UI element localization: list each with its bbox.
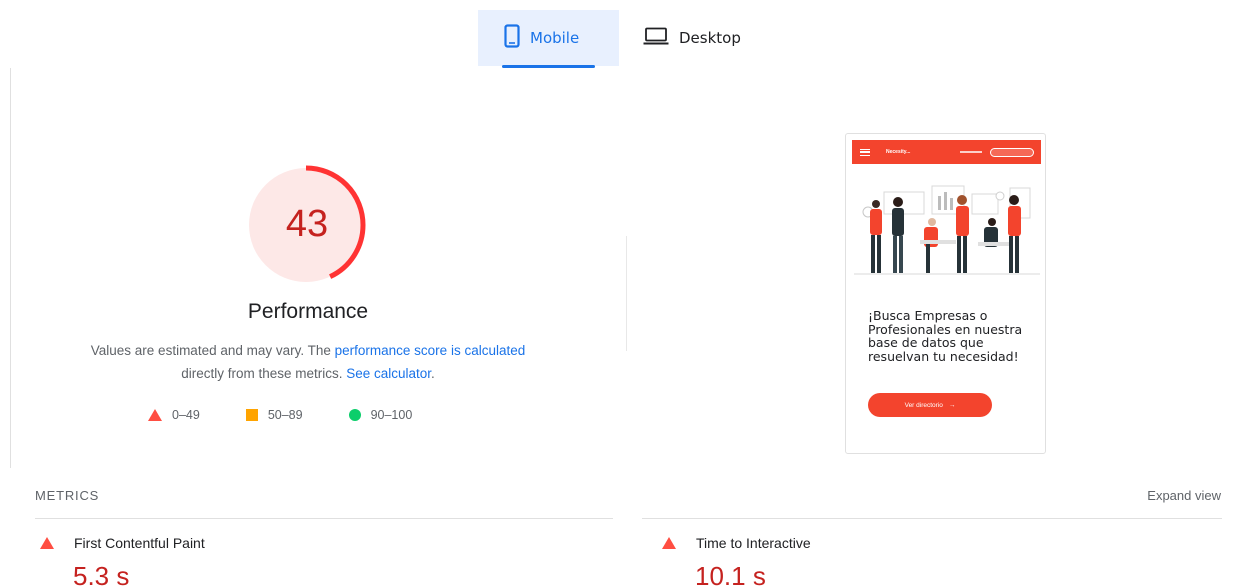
metric-name: Time to Interactive [696,535,811,551]
see-calculator-link[interactable]: See calculator [346,366,431,381]
metric-first-contentful-paint: First Contentful Paint 5.3 s [40,535,205,588]
team-illustration [854,185,1040,275]
tab-mobile-label: Mobile [530,29,580,47]
page-screenshot-thumbnail: Necesity... ¡Busca Empresas o Profesiona… [845,133,1046,454]
description-middle: directly from these metrics. [181,366,347,381]
description-prefix: Values are estimated and may vary. The [90,343,335,358]
thumb-headline: ¡Busca Empresas o Profesionales en nuest… [868,308,1023,364]
mobile-phone-icon [504,24,520,52]
hamburger-menu-icon [860,148,870,156]
performance-title: Performance [247,300,369,323]
metric-time-to-interactive: Time to Interactive 10.1 s [662,535,811,588]
legend-item-fail: 0–49 [148,408,200,422]
metrics-divider-left [35,518,613,519]
performance-description: Values are estimated and may vary. The p… [58,339,558,385]
device-tabs: Mobile Desktop [478,10,763,68]
metric-name: First Contentful Paint [74,535,205,551]
thumb-header-button [990,147,1035,157]
thumb-brand: Necesity... [886,149,911,155]
tab-mobile[interactable]: Mobile [478,10,619,68]
red-triangle-icon [148,409,162,421]
thumb-button-label: Ver directorio [904,401,943,409]
performance-score: 43 [285,202,329,245]
metric-header: Time to Interactive [662,535,811,551]
legend-range-pass: 90–100 [370,408,413,422]
metric-value: 5.3 s [73,561,130,588]
tab-desktop[interactable]: Desktop [619,10,763,66]
legend-range-average: 50–89 [267,408,303,422]
tab-desktop-label: Desktop [679,29,741,47]
arrow-right-icon: → [948,401,956,409]
legend-item-average: 50–89 [245,408,303,422]
metric-header: First Contentful Paint [40,535,205,551]
thumb-nav-link [960,151,983,153]
performance-gauge: 43 [242,164,372,294]
score-calculated-link[interactable]: performance score is calculated [335,343,526,358]
red-triangle-icon [662,537,676,549]
legend-item-pass: 90–100 [348,408,413,422]
metrics-divider-right [642,518,1222,519]
left-divider [10,68,11,468]
orange-square-icon [245,409,258,421]
laptop-icon [643,27,669,49]
center-divider [626,236,627,351]
metrics-heading: METRICS [35,488,100,503]
description-suffix: . [431,366,435,381]
expand-view-toggle[interactable]: Expand view [1147,488,1221,503]
green-circle-icon [348,409,361,421]
metric-value: 10.1 s [695,561,766,588]
legend-range-fail: 0–49 [172,408,200,422]
thumb-header: Necesity... [852,140,1041,164]
score-legend: 0–49 50–89 90–100 [148,408,458,422]
pagespeed-report: Mobile Desktop 43 Performance Values are… [0,0,1235,588]
red-triangle-icon [40,537,54,549]
thumb-directory-button: Ver directorio → [868,393,992,417]
